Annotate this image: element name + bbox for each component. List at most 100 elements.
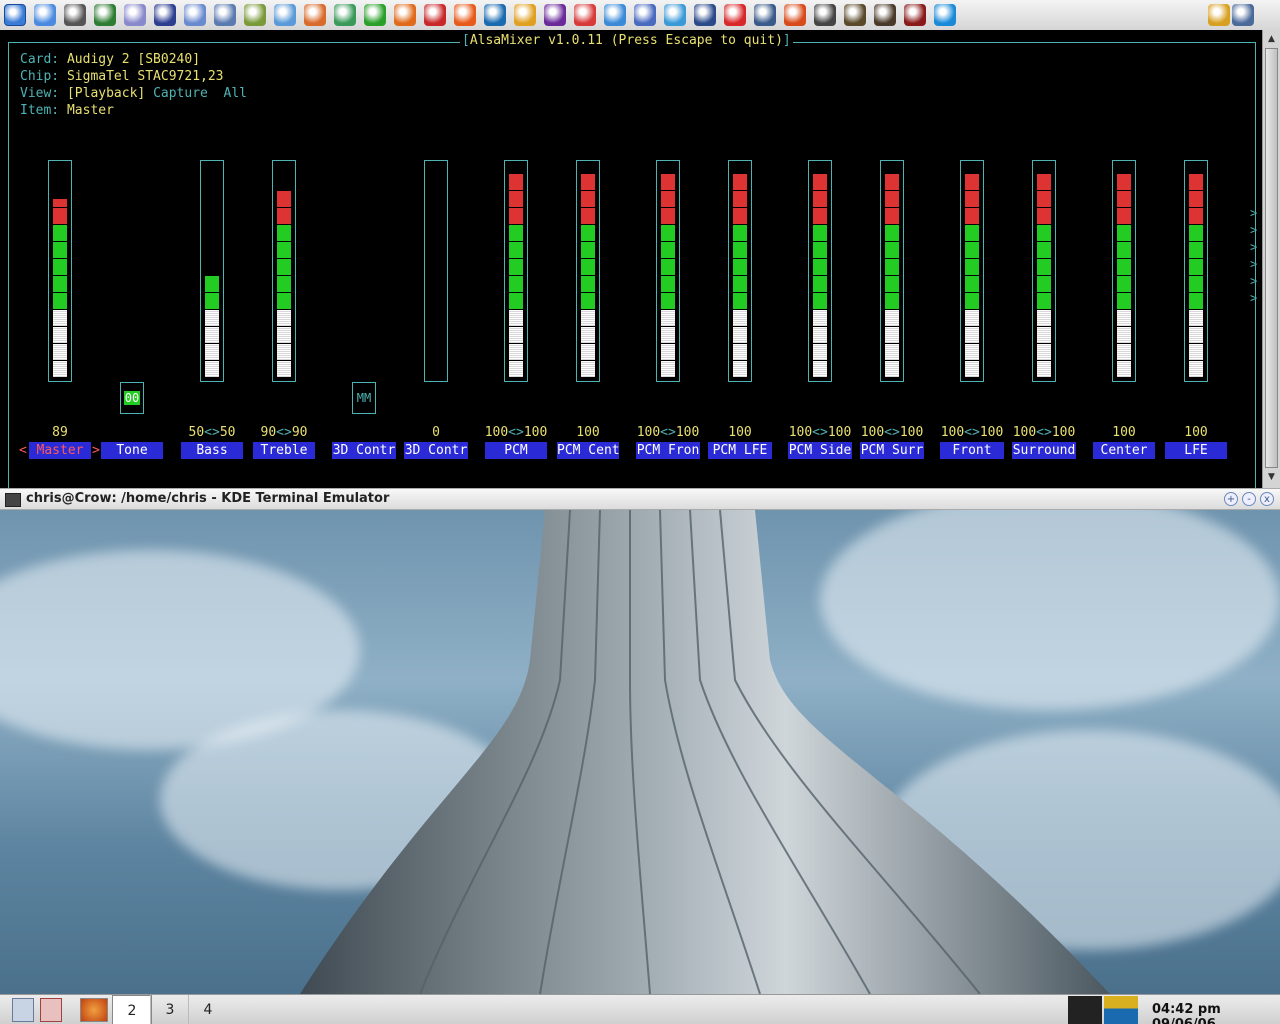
notepad-icon[interactable] (664, 4, 686, 26)
game-icon[interactable] (904, 4, 926, 26)
screen-icon[interactable] (94, 4, 116, 26)
desktop-4-button[interactable]: 4 (188, 995, 227, 1024)
maximize-button[interactable]: + (1224, 492, 1238, 506)
chrome-like-icon[interactable] (574, 4, 596, 26)
volume-meter[interactable] (728, 160, 752, 382)
meter-segment (1037, 224, 1051, 233)
channel-label-pcm-side[interactable]: PCM Side (788, 442, 852, 459)
channel-label-pcm-fron[interactable]: PCM Fron (636, 442, 700, 459)
meter-segment (509, 292, 523, 301)
users-icon[interactable] (334, 4, 356, 26)
volume-meter[interactable] (960, 160, 984, 382)
meter-segment (277, 258, 291, 267)
calc-icon[interactable] (724, 4, 746, 26)
edit-icon[interactable] (694, 4, 716, 26)
volume-meter[interactable] (504, 160, 528, 382)
windows-icon[interactable] (214, 4, 236, 26)
terminal-content[interactable]: [AlsaMixer v1.0.11 (Press Escape to quit… (0, 30, 1280, 494)
channel-label-center[interactable]: Center (1093, 442, 1155, 459)
monitor-icon[interactable] (64, 4, 86, 26)
channel-label-tone[interactable]: Tone (101, 442, 163, 459)
channel-label-treble[interactable]: Treble (253, 442, 315, 459)
meter-segment (53, 207, 67, 216)
home-icon[interactable] (304, 4, 326, 26)
channel-label-front[interactable]: Front (940, 442, 1004, 459)
drive-icon[interactable] (34, 4, 56, 26)
kmenu-icon[interactable] (4, 4, 26, 26)
terminal-icon[interactable] (5, 493, 21, 507)
channel-label-bass[interactable]: Bass (181, 442, 243, 459)
channel-label-surround[interactable]: Surround (1012, 442, 1076, 459)
jedit-icon[interactable] (514, 4, 536, 26)
meter-segment (813, 318, 827, 326)
grid-icon[interactable] (184, 4, 206, 26)
channel-label-3d-contr[interactable]: 3D Contr (404, 442, 468, 459)
tray-user-icon[interactable] (1208, 4, 1230, 26)
volume-meter[interactable] (880, 160, 904, 382)
volume-meter[interactable] (200, 160, 224, 382)
channel-label-master[interactable]: Master (29, 442, 91, 459)
window-titlebar[interactable]: chris@Crow: /home/chris - KDE Terminal E… (0, 488, 1280, 510)
meter-segment (1117, 233, 1131, 241)
printer-icon[interactable] (124, 4, 146, 26)
scroll-down-icon[interactable]: ▼ (1265, 470, 1278, 484)
desktop-2-button[interactable]: 2 (112, 995, 152, 1024)
logout-icon[interactable] (40, 998, 62, 1022)
channel-label-lfe[interactable]: LFE (1165, 442, 1227, 459)
volume-meter[interactable] (1112, 160, 1136, 382)
desktop-3-button[interactable]: 3 (150, 995, 189, 1024)
channel-label-pcm-cent[interactable]: PCM Cent (557, 442, 619, 459)
skype-icon[interactable] (364, 4, 386, 26)
mute-switch[interactable]: MM (352, 382, 376, 414)
volume-meter[interactable] (424, 160, 448, 382)
firefox-taskbar-icon[interactable] (80, 998, 108, 1022)
refresh-icon[interactable] (934, 4, 956, 26)
meter-segment (53, 233, 67, 241)
view-info: View: [Playback] Capture All (20, 86, 248, 101)
volume-meter[interactable] (656, 160, 680, 382)
meter-segment (53, 241, 67, 250)
chart-icon[interactable] (154, 4, 176, 26)
clock[interactable]: 04:42 pm 09/06/06 (1152, 1002, 1280, 1024)
volume-meter[interactable] (808, 160, 832, 382)
sunbird-icon[interactable] (454, 4, 476, 26)
view-all[interactable]: All (224, 86, 247, 101)
tray-network-icon[interactable] (1232, 4, 1254, 26)
scrollbar-thumb[interactable] (1265, 48, 1278, 468)
meter-segment (277, 233, 291, 241)
terminal-scrollbar[interactable]: ▲ ▼ (1262, 30, 1280, 488)
volume-meter[interactable] (48, 160, 72, 382)
channel-label-3d-contr[interactable]: 3D Contr (332, 442, 396, 459)
volume-meter[interactable] (576, 160, 600, 382)
lock-screen-icon[interactable] (12, 998, 34, 1022)
tools-icon[interactable] (634, 4, 656, 26)
shield-icon[interactable] (844, 4, 866, 26)
nvu-icon[interactable] (544, 4, 566, 26)
volume-meter[interactable] (272, 160, 296, 382)
flame-icon[interactable] (784, 4, 806, 26)
gpu-card-icon[interactable] (244, 4, 266, 26)
channel-label-pcm-lfe[interactable]: PCM LFE (708, 442, 772, 459)
close-button[interactable]: x (1260, 492, 1274, 506)
meter-segment (205, 284, 219, 292)
meter-segment (661, 301, 675, 309)
scroll-up-icon[interactable]: ▲ (1265, 32, 1278, 46)
molecule-icon[interactable] (274, 4, 296, 26)
bird-icon[interactable] (874, 4, 896, 26)
volume-meter[interactable] (1032, 160, 1056, 382)
view-playback[interactable]: [Playback] (67, 86, 145, 101)
mute-switch[interactable]: 00 (120, 382, 144, 414)
firefox-icon[interactable] (394, 4, 416, 26)
meter-segment (509, 267, 523, 275)
opera-icon[interactable] (424, 4, 446, 26)
cd-icon[interactable] (814, 4, 836, 26)
more-arrow: > (1250, 223, 1258, 237)
volume-meter[interactable] (1184, 160, 1208, 382)
paint-icon[interactable] (604, 4, 626, 26)
compass-icon[interactable] (754, 4, 776, 26)
globe-icon[interactable] (484, 4, 506, 26)
minimize-button[interactable]: - (1242, 492, 1256, 506)
channel-label-pcm[interactable]: PCM (485, 442, 547, 459)
view-capture[interactable]: Capture (153, 86, 208, 101)
channel-label-pcm-surr[interactable]: PCM Surr (860, 442, 924, 459)
